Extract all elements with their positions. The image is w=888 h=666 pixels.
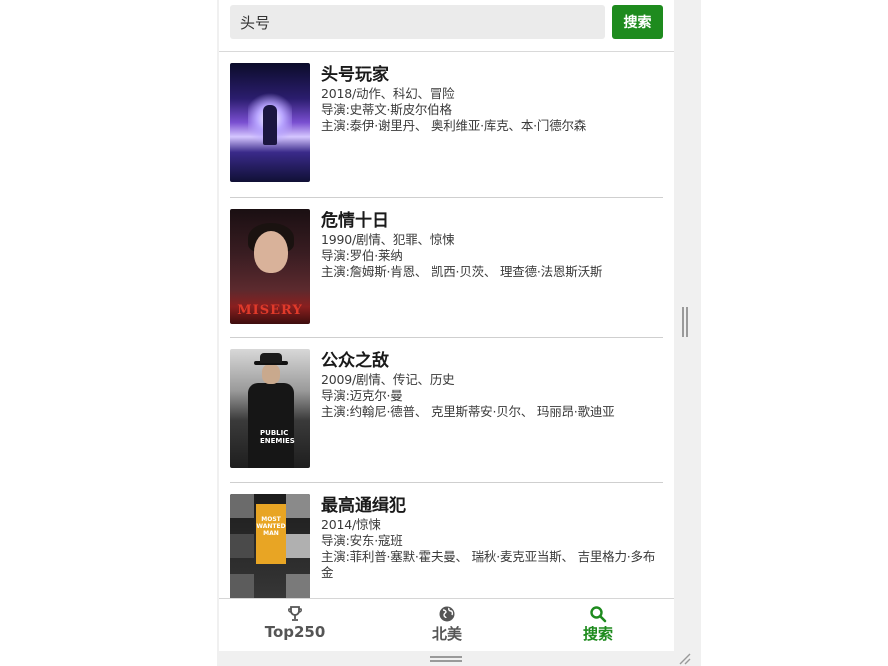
movie-cast: 主演:詹姆斯·肯恩、 凯西·贝茨、 理查德·法恩斯沃斯: [321, 264, 603, 279]
movie-director: 导演:史蒂文·斯皮尔伯格: [321, 102, 452, 117]
movie-cast: 主演:菲利普·塞默·霍夫曼、 瑞秋·麦克亚当斯、 吉里格力·多布金: [321, 549, 656, 580]
poster-title: PUBLIC ENEMIES: [260, 429, 295, 445]
movie-director: 导演:安东·寇班: [321, 533, 403, 548]
divider: [230, 482, 663, 483]
movie-poster: PUBLIC ENEMIES: [230, 349, 310, 468]
movie-title: 公众之敌: [321, 351, 389, 371]
tab-north-america[interactable]: 北美: [371, 599, 523, 651]
list-item[interactable]: 头号玩家 2018/动作、科幻、冒险 导演:史蒂文·斯皮尔伯格 主演:泰伊·谢里…: [219, 63, 674, 182]
movie-info: 头号玩家 2018/动作、科幻、冒险 导演:史蒂文·斯皮尔伯格 主演:泰伊·谢里…: [321, 63, 661, 182]
movie-poster: MOST WANTED MAN: [230, 494, 310, 598]
movie-director: 导演:罗伯·莱纳: [321, 248, 403, 263]
tab-label: Top250: [264, 623, 326, 641]
poster-title: MOST WANTED MAN: [256, 516, 286, 537]
globe-icon: [439, 606, 455, 622]
movie-cast: 主演:约翰尼·德普、 克里斯蒂安·贝尔、 玛丽昂·歌迪亚: [321, 404, 615, 419]
movie-cast: 主演:泰伊·谢里丹、 奥利维亚·库克、本·门德尔森: [321, 118, 587, 133]
movie-poster: [230, 63, 310, 182]
tab-label: 北美: [431, 625, 462, 643]
movie-list[interactable]: 头号玩家 2018/动作、科幻、冒险 导演:史蒂文·斯皮尔伯格 主演:泰伊·谢里…: [219, 52, 674, 598]
movie-poster: MISERY: [230, 209, 310, 324]
trophy-icon: [287, 606, 303, 621]
app-screen: 搜索 头号玩家 2018/动作、科幻、冒险 导演:史蒂文·斯皮尔伯格 主演:泰伊…: [219, 0, 674, 651]
tab-label: 搜索: [582, 625, 613, 643]
movie-title: 头号玩家: [321, 65, 389, 85]
tab-top250[interactable]: Top250: [219, 599, 371, 651]
search-input[interactable]: [230, 5, 605, 39]
movie-info: 最高通缉犯 2014/惊悚 导演:安东·寇班 主演:菲利普·塞默·霍夫曼、 瑞秋…: [321, 494, 661, 598]
poster-title: MISERY: [237, 303, 303, 318]
movie-title: 最高通缉犯: [321, 496, 406, 516]
list-item[interactable]: MOST WANTED MAN 最高通缉犯 2014/惊悚 导演:安东·寇班 主…: [219, 494, 674, 598]
resize-handle-side[interactable]: [682, 307, 688, 337]
list-item[interactable]: PUBLIC ENEMIES 公众之敌 2009/剧情、传记、历史 导演:迈克尔…: [219, 349, 674, 468]
divider: [230, 337, 663, 338]
search-icon: [590, 606, 607, 623]
list-item[interactable]: MISERY 危情十日 1990/剧情、犯罪、惊悚 导演:罗伯·莱纳 主演:詹姆…: [219, 209, 674, 324]
movie-meta: 1990/剧情、犯罪、惊悚: [321, 232, 455, 247]
resize-handle-bottom[interactable]: [430, 656, 462, 662]
divider: [230, 197, 663, 198]
movie-meta: 2018/动作、科幻、冒险: [321, 86, 455, 101]
movie-meta: 2009/剧情、传记、历史: [321, 372, 455, 387]
tab-search[interactable]: 搜索: [522, 599, 674, 651]
movie-title: 危情十日: [321, 211, 389, 231]
tab-bar: Top250 北美 搜索: [219, 598, 674, 651]
movie-info: 危情十日 1990/剧情、犯罪、惊悚 导演:罗伯·莱纳 主演:詹姆斯·肯恩、 凯…: [321, 209, 661, 324]
search-bar: 搜索: [219, 0, 674, 52]
movie-meta: 2014/惊悚: [321, 517, 381, 532]
search-button[interactable]: 搜索: [612, 5, 663, 39]
movie-director: 导演:迈克尔·曼: [321, 388, 403, 403]
movie-info: 公众之敌 2009/剧情、传记、历史 导演:迈克尔·曼 主演:约翰尼·德普、 克…: [321, 349, 661, 468]
resize-grip-icon[interactable]: [676, 650, 692, 666]
